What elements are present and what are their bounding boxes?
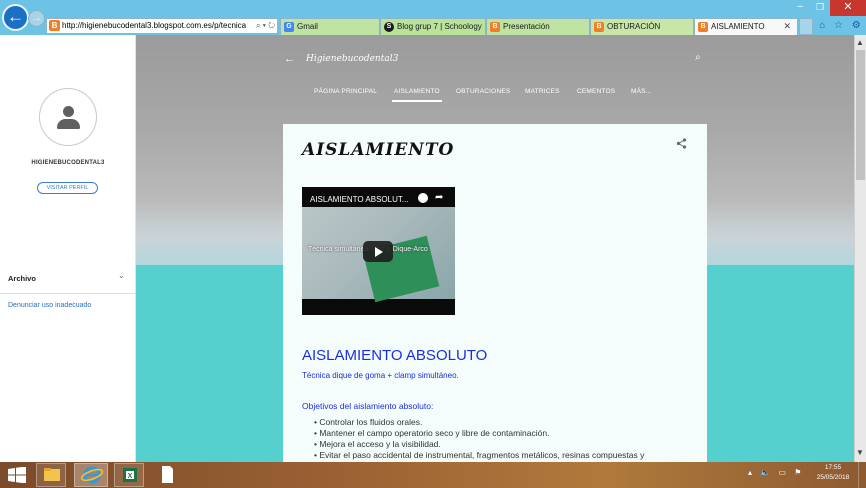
nav-matrices[interactable]: MATRICES [525, 88, 560, 95]
play-icon [375, 247, 383, 257]
blog-title[interactable]: Higienebucodental3 [306, 54, 398, 64]
visit-profile-button[interactable]: VISITAR PERFIL [37, 182, 98, 194]
taskbar-file-explorer[interactable] [36, 463, 66, 487]
nav-cementos[interactable]: CEMENTOS [577, 88, 615, 95]
scrollbar-thumb[interactable] [856, 50, 865, 180]
clock-date: 25/05/2018 [816, 474, 850, 481]
nav-pagina-principal[interactable]: PÁGINA PRINCIPAL [314, 88, 377, 95]
tab-close-icon[interactable]: ✕ [783, 19, 791, 34]
avatar-person-body-icon [57, 119, 80, 129]
tab-schoology[interactable]: S Blog grup 7 | Schoology [380, 18, 486, 35]
toolbar-icons[interactable]: ⌂ ☆ ⚙ [817, 18, 866, 35]
address-text: http://higienebucodental3.blogspot.com.e… [62, 21, 247, 30]
new-tab-button[interactable] [799, 18, 813, 35]
close-window-button[interactable]: ✕ [830, 0, 866, 16]
taskbar-document[interactable] [152, 463, 182, 487]
avatar-person-icon [63, 106, 74, 117]
blogger-icon: B [490, 21, 500, 32]
screen: ← → Bhttp://higienebucodental3.blogspot.… [0, 0, 866, 488]
chevron-down-icon[interactable]: ⌄ [118, 271, 125, 280]
clock-time: 17:55 [824, 464, 842, 471]
list-item: Evitar el paso accidental de instrumenta… [314, 450, 694, 461]
watch-later-icon[interactable] [418, 193, 428, 203]
address-controls[interactable]: ⌕ ▾ ↻ [253, 19, 275, 33]
list-item: Mejora el acceso y la visibilidad. [314, 439, 694, 450]
nav-mas[interactable]: MÁS... [631, 88, 652, 95]
tab-gmail[interactable]: G Gmail [280, 18, 380, 35]
forward-button[interactable]: → [28, 10, 45, 27]
tab-label: Presentación [503, 22, 550, 31]
tab-aislamiento[interactable]: B AISLAMIENTO ✕ [694, 18, 798, 36]
blogger-icon: B [594, 21, 604, 32]
minimize-button[interactable]: – [790, 0, 810, 16]
objectives-list: Controlar los fluidos orales. Mantener e… [314, 417, 694, 461]
tab-label: Blog grup 7 | Schoology [397, 22, 482, 31]
scroll-up-icon[interactable]: ▲ [854, 36, 866, 50]
svg-text:X: X [128, 473, 133, 480]
taskbar-internet-explorer[interactable] [74, 463, 108, 487]
blogger-favicon-icon: B [49, 20, 60, 32]
video-share-icon[interactable]: ➦ [435, 192, 443, 203]
blogger-icon: B [698, 21, 708, 32]
list-item: Controlar los fluidos orales. [314, 417, 694, 428]
system-tray[interactable]: ▴ 🔈 ▭ ⚑ [748, 468, 804, 477]
objectives-heading: Objetivos del aislamiento absoluto: [302, 401, 434, 411]
scroll-down-icon[interactable]: ▼ [854, 446, 866, 460]
share-icon[interactable] [676, 138, 687, 152]
windows-start-icon[interactable] [8, 466, 26, 484]
post-title: AISLAMIENTO [302, 140, 455, 160]
report-abuse-link[interactable]: Denunciar uso inadecuado [8, 302, 91, 309]
list-item: Mantener el campo operatorio seco y libr… [314, 428, 694, 439]
active-nav-indicator [392, 100, 442, 102]
back-button[interactable]: ← [2, 4, 29, 31]
gmail-icon: G [284, 21, 294, 32]
sidebar-divider [0, 293, 136, 294]
avatar[interactable] [39, 88, 97, 146]
show-desktop-button[interactable] [858, 462, 866, 488]
address-bar[interactable]: Bhttp://higienebucodental3.blogspot.com.… [46, 18, 278, 34]
taskbar-excel[interactable]: X [114, 463, 144, 487]
tab-presentacion[interactable]: B Presentación [486, 18, 590, 35]
archive-label[interactable]: Archivo [8, 274, 36, 283]
search-icon[interactable]: ⌕ [695, 52, 701, 63]
schoology-icon: S [384, 21, 394, 32]
taskbar-clock[interactable]: 17:55 25/05/2018 [813, 463, 853, 483]
maximize-button[interactable]: ❐ [810, 0, 830, 16]
video-title[interactable]: AISLAMIENTO ABSOLUT... [310, 195, 409, 204]
nav-aislamiento[interactable]: AISLAMIENTO [394, 88, 440, 95]
tab-label: OBTURACIÓN [607, 22, 661, 31]
back-arrow-icon[interactable]: ← [284, 53, 295, 65]
section-heading: AISLAMIENTO ABSOLUTO [302, 347, 488, 364]
tab-label: Gmail [297, 22, 318, 31]
tab-label: AISLAMIENTO [711, 22, 765, 31]
tab-obturacion[interactable]: B OBTURACIÓN [590, 18, 694, 35]
section-subheading: Técnica dique de goma + clamp simultáneo… [302, 371, 459, 380]
profile-name: HIGIENEBUCODENTAL3 [31, 160, 105, 166]
nav-obturaciones[interactable]: OBTURACIONES [456, 88, 510, 95]
